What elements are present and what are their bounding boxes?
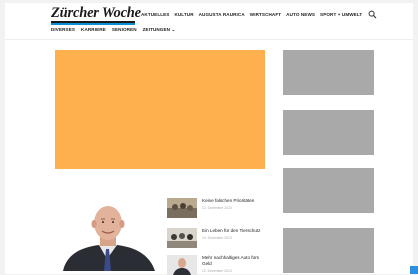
- article-thumbnail: [167, 228, 197, 248]
- side-ad-4[interactable]: [283, 228, 374, 273]
- nav-item-aktuelles[interactable]: AKTUELLES: [141, 12, 169, 17]
- article-date: 14. Dezember 2023: [202, 235, 232, 240]
- nav-item-senioren[interactable]: SENIOREN: [112, 27, 137, 33]
- nav-item-augusta-raurica[interactable]: AUGUSTA RAURICA: [199, 12, 245, 17]
- nav-item-auto-news[interactable]: AUTO NEWS: [286, 12, 315, 17]
- side-ad-3[interactable]: [283, 168, 374, 213]
- article-title[interactable]: Mehr nachhaltiges Auto fürs Geld: [202, 255, 266, 267]
- article-title[interactable]: Keine falschen Prioritäten: [202, 198, 266, 204]
- article-title[interactable]: Ein Leben für den Tierschutz: [202, 228, 266, 234]
- header-divider: [5, 39, 413, 40]
- list-item[interactable]: Mehr nachhaltiges Auto fürs Geld 12. Dez…: [167, 255, 266, 275]
- side-ad-2[interactable]: [283, 110, 374, 155]
- main-navigation: AKTUELLES KULTUR AUGUSTA RAURICA WIRTSCH…: [141, 12, 362, 17]
- nav-item-sport-umwelt[interactable]: SPORT + UMWELT: [320, 12, 362, 17]
- article-date: 12. Dezember 2023: [202, 205, 232, 210]
- scroll-to-top-button[interactable]: [410, 266, 418, 274]
- article-thumbnail: [167, 255, 197, 275]
- nav-item-diverses[interactable]: DIVERSES: [51, 27, 75, 33]
- side-ad-1[interactable]: [283, 50, 374, 95]
- portrait-illustration: [55, 189, 159, 271]
- nav-item-karriere[interactable]: KARRIERE: [81, 27, 106, 33]
- main-ad-banner[interactable]: [55, 50, 265, 169]
- nav-item-kultur[interactable]: KULTUR: [174, 12, 193, 17]
- feature-article-image[interactable]: [55, 189, 159, 271]
- list-item[interactable]: Ein Leben für den Tierschutz 14. Dezembe…: [167, 228, 266, 248]
- logo-accent-bar: [51, 23, 135, 25]
- site-logo[interactable]: Zürcher Woche: [51, 5, 141, 22]
- list-item[interactable]: Keine falschen Prioritäten 12. Dezember …: [167, 198, 266, 218]
- nav-item-wirtschaft[interactable]: WIRTSCHAFT: [250, 12, 281, 17]
- article-date: 12. Dezember 2023: [202, 268, 232, 273]
- nav-item-zeitungen[interactable]: ZEITUNGEN ⌄: [143, 27, 176, 33]
- secondary-navigation: DIVERSES KARRIERE SENIOREN ZEITUNGEN ⌄: [51, 27, 175, 33]
- search-icon[interactable]: [368, 10, 377, 19]
- article-thumbnail: [167, 198, 197, 218]
